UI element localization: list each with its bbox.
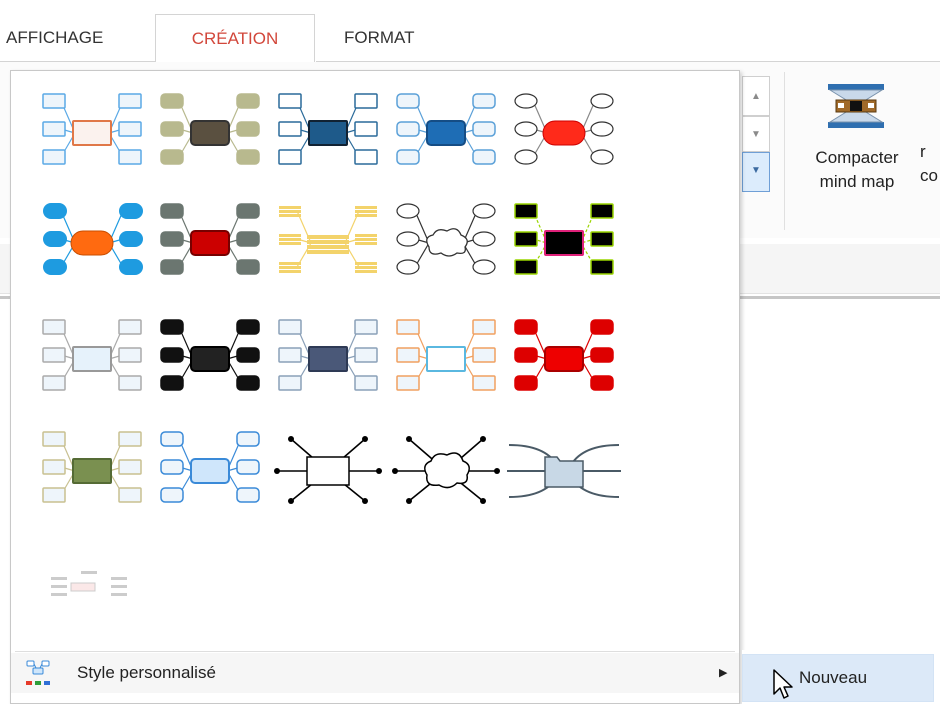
style-gallery-dropdown: Style personnalisé ▶ [10, 70, 740, 704]
tab-format[interactable]: FORMAT [330, 14, 429, 62]
mindmap-style-preview-icon [160, 93, 260, 165]
ribbon-tab-row: AFFICHAGE CRÉATION FORMAT [0, 0, 940, 63]
ribbon-group-separator [784, 72, 785, 230]
custom-style-label: Style personnalisé [77, 663, 216, 682]
mindmap-style-preview-icon [160, 319, 260, 391]
tab-affichage[interactable]: AFFICHAGE [0, 14, 117, 62]
gallery-style-15[interactable] [505, 309, 623, 409]
style-gallery [11, 71, 739, 647]
custom-style-icon [26, 660, 50, 685]
gallery-scroll-up-button[interactable]: ▲ [742, 76, 770, 116]
gallery-style-8[interactable] [269, 193, 387, 293]
mindmap-style-preview-icon [507, 444, 621, 498]
gallery-style-17[interactable] [151, 421, 269, 521]
gallery-style-9[interactable] [387, 193, 505, 293]
submenu-arrow-icon: ▶ [719, 667, 728, 679]
compact-mindmap-label: Compacter mind map [796, 146, 918, 194]
mindmap-style-preview-icon [396, 319, 496, 391]
mindmap-style-preview-icon [392, 436, 500, 504]
gallery-style-19[interactable] [387, 421, 505, 521]
mindmap-style-preview-icon [396, 93, 496, 165]
compact-label-line1: Compacter [815, 148, 899, 167]
gallery-style-1[interactable] [33, 83, 151, 183]
gallery-style-21[interactable] [33, 537, 151, 637]
document-top-border [740, 296, 940, 299]
gallery-separator [15, 651, 735, 652]
mindmap-style-preview-icon [514, 93, 614, 165]
gallery-style-2[interactable] [151, 83, 269, 183]
clipped-ribbon-label: r co [920, 142, 938, 185]
mouse-cursor-icon [773, 669, 793, 699]
gallery-scroll-down-button[interactable]: ▼ [742, 116, 770, 152]
gallery-style-5[interactable] [505, 83, 623, 183]
mindmap-style-preview-icon [278, 319, 378, 391]
gallery-style-4[interactable] [387, 83, 505, 183]
gallery-style-14[interactable] [387, 309, 505, 409]
new-style-label: Nouveau [799, 668, 868, 687]
mindmap-style-preview-icon [42, 93, 142, 165]
gallery-style-6[interactable] [33, 193, 151, 293]
compact-mindmap-icon [828, 84, 884, 128]
custom-style-menu-item[interactable]: Style personnalisé ▶ [11, 653, 739, 693]
compact-label-line2: mind map [819, 172, 895, 191]
mindmap-style-preview-icon [43, 203, 143, 275]
gallery-style-11[interactable] [33, 309, 151, 409]
gallery-style-7[interactable] [151, 193, 269, 293]
compact-mindmap-button[interactable]: Compacter mind map [796, 80, 926, 200]
new-style-menu-item[interactable]: Nouveau [742, 654, 934, 702]
document-top-border-left [0, 296, 10, 299]
mindmap-style-preview-icon [51, 571, 127, 596]
mindmap-style-preview-icon [160, 431, 260, 503]
tab-creation[interactable]: CRÉATION [155, 14, 315, 63]
gallery-style-10[interactable] [505, 193, 623, 293]
mindmap-style-preview-icon [514, 319, 614, 391]
gallery-style-3[interactable] [269, 83, 387, 183]
gallery-style-18[interactable] [269, 421, 387, 521]
mindmap-style-preview-icon [514, 203, 614, 275]
gallery-style-16[interactable] [33, 421, 151, 521]
mindmap-style-preview-icon [42, 431, 142, 503]
mindmap-style-preview-icon [396, 203, 496, 275]
gallery-style-12[interactable] [151, 309, 269, 409]
gallery-style-13[interactable] [269, 309, 387, 409]
gallery-more-button[interactable]: ▼ [742, 152, 770, 192]
mindmap-style-preview-icon [160, 203, 260, 275]
gallery-style-20[interactable] [505, 421, 623, 521]
mindmap-style-preview-icon [278, 93, 378, 165]
mindmap-style-preview-icon [279, 206, 377, 273]
mindmap-style-preview-icon [42, 319, 142, 391]
mindmap-style-preview-icon [274, 436, 382, 504]
